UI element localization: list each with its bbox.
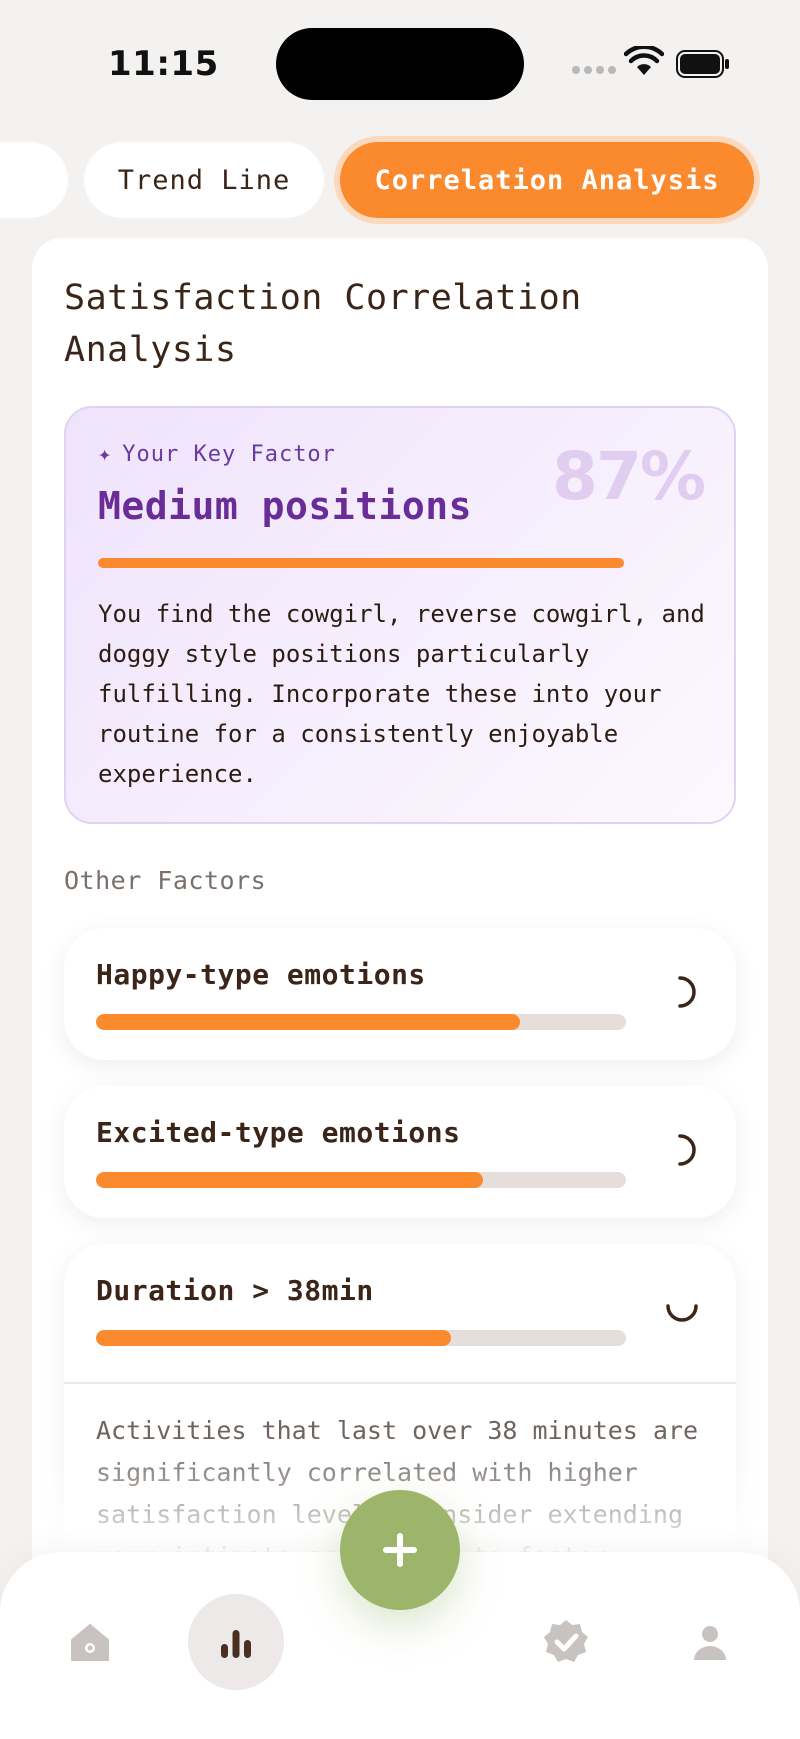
nav-profile[interactable] — [670, 1602, 750, 1682]
factor-progress-track — [96, 1014, 626, 1030]
profile-icon — [694, 1626, 726, 1660]
battery-icon — [676, 50, 729, 78]
other-factors-label: Other Factors — [64, 866, 267, 895]
home-icon — [71, 1624, 109, 1661]
chevron-right-icon[interactable] — [664, 1132, 700, 1168]
chevron-down-icon[interactable] — [664, 1290, 700, 1326]
nav-stats[interactable] — [188, 1594, 284, 1690]
factor-name: Happy-type emotions — [96, 958, 426, 991]
factor-divider — [64, 1382, 736, 1384]
key-factor-bar — [98, 558, 624, 568]
screen: 11:15 Trend Line Correlation Analysis Sa… — [0, 0, 800, 1739]
key-factor-box: ✦ Your Key Factor 87% Medium positions Y… — [64, 406, 736, 824]
factor-progress-fill — [96, 1172, 483, 1188]
stats-icon — [221, 1630, 251, 1658]
key-factor-description: You find the cowgirl, reverse cowgirl, a… — [98, 600, 705, 788]
status-bar: 11:15 — [0, 0, 800, 130]
analysis-tabs: Trend Line Correlation Analysis — [0, 138, 800, 220]
factor-progress-fill — [96, 1014, 520, 1030]
factor-card[interactable]: Happy-type emotions — [64, 928, 736, 1060]
status-time: 11:15 — [108, 44, 219, 84]
add-entry-button[interactable] — [340, 1490, 460, 1610]
verified-icon — [544, 1620, 588, 1662]
chevron-right-icon[interactable] — [664, 974, 700, 1010]
plus-icon — [383, 1533, 417, 1567]
sparkle-icon: ✦ — [98, 442, 113, 467]
key-factor-label-text: Your Key Factor — [122, 442, 336, 467]
factor-name: Duration > 38min — [96, 1274, 374, 1307]
key-factor-name: Medium positions — [98, 484, 473, 528]
tab-trend-line[interactable]: Trend Line — [84, 142, 324, 218]
factor-name: Excited-type emotions — [96, 1116, 461, 1149]
dynamic-island — [276, 28, 524, 100]
tab-previous[interactable] — [0, 142, 68, 218]
tab-correlation-analysis[interactable]: Correlation Analysis — [340, 142, 754, 218]
factor-progress-track — [96, 1330, 626, 1346]
wifi-icon — [624, 46, 664, 75]
cellular-signal-icon — [572, 66, 616, 74]
key-factor-label: ✦ Your Key Factor — [98, 442, 336, 467]
nav-verified[interactable] — [526, 1602, 606, 1682]
nav-home[interactable] — [50, 1602, 130, 1682]
card-title: Satisfaction Correlation Analysis — [64, 278, 582, 370]
factor-card[interactable]: Excited-type emotions — [64, 1086, 736, 1218]
key-factor-percent: 87% — [552, 438, 706, 515]
factor-progress-fill — [96, 1330, 452, 1346]
factor-progress-track — [96, 1172, 626, 1188]
